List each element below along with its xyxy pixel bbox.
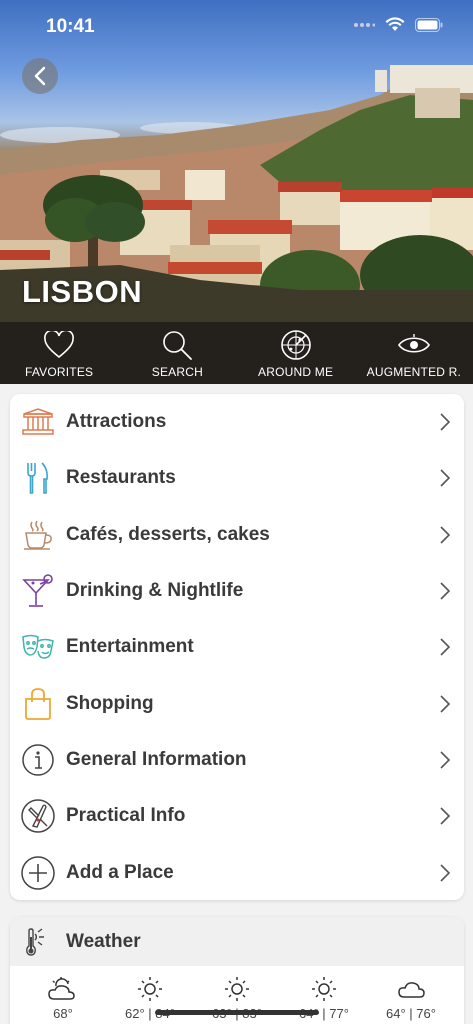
sun-icon xyxy=(225,977,249,1001)
chevron-right-icon xyxy=(440,863,451,882)
wifi-icon xyxy=(385,17,405,31)
around-me-label: AROUND ME xyxy=(258,365,334,379)
search-label: SEARCH xyxy=(151,365,203,379)
menu-item-drinking-nightlife[interactable]: Drinking & Nightlife xyxy=(10,563,464,619)
eye-icon xyxy=(397,334,430,353)
forecast-temp: 68° xyxy=(53,1006,73,1021)
chevron-right-icon xyxy=(440,695,451,713)
menu-item-shopping[interactable]: Shopping xyxy=(10,675,464,731)
chevron-left-icon xyxy=(34,66,46,86)
cloud-icon xyxy=(398,982,425,998)
menu-item-add-a-place[interactable]: Add a Place xyxy=(10,844,464,900)
thermometer-sun-icon xyxy=(26,928,44,956)
status-time: 10:41 xyxy=(46,16,95,37)
favorites-label: FAVORITES xyxy=(24,365,94,379)
signal-icon xyxy=(354,22,375,27)
menu-item-cafes[interactable]: Cafés, desserts, cakes xyxy=(10,507,464,563)
menu-item-label: Drinking & Nightlife xyxy=(66,580,244,602)
theater-masks-icon xyxy=(22,635,54,660)
menu-item-label: Practical Info xyxy=(66,805,186,827)
shopping-bag-icon xyxy=(25,687,51,720)
weather-card[interactable]: Weather 68° 62° | 84° 63° | 83° 64° | 77… xyxy=(10,917,464,1024)
menu-item-label: Entertainment xyxy=(66,636,194,658)
forecast-day: 64° | 76° xyxy=(370,976,452,1021)
chevron-right-icon xyxy=(440,807,451,825)
chevron-right-icon xyxy=(440,582,451,600)
search-icon xyxy=(163,331,193,360)
fork-knife-icon xyxy=(27,462,48,495)
menu-item-practical-info[interactable]: Practical Info xyxy=(10,788,464,844)
chevron-right-icon xyxy=(440,751,451,769)
weather-title: Weather xyxy=(66,930,141,952)
back-button[interactable] xyxy=(22,58,58,94)
status-icons xyxy=(353,17,443,32)
menu-item-label: Cafés, desserts, cakes xyxy=(66,523,270,545)
hero-image: 10:41 LISBON xyxy=(0,0,473,322)
plus-icon xyxy=(21,855,55,890)
menu-item-label: Add a Place xyxy=(66,861,174,883)
menu-item-restaurants[interactable]: Restaurants xyxy=(10,450,464,506)
augmented-reality-label: AUGMENTED R. xyxy=(366,365,462,379)
cocktail-icon xyxy=(22,574,53,607)
search-button[interactable]: SEARCH xyxy=(118,322,236,384)
sun-icon xyxy=(138,977,162,1001)
menu-item-label: General Information xyxy=(66,748,247,770)
screen: 10:41 LISBON FAVORITES SEARCH AROUND ME … xyxy=(0,0,473,1024)
home-indicator[interactable] xyxy=(155,1010,319,1015)
forecast-day: 68° xyxy=(22,976,104,1021)
around-me-button[interactable]: AROUND ME xyxy=(237,322,355,384)
swiss-knife-icon xyxy=(21,799,55,833)
weather-header: Weather xyxy=(10,917,464,966)
radar-icon xyxy=(280,330,311,360)
menu-item-entertainment[interactable]: Entertainment xyxy=(10,619,464,675)
heart-icon xyxy=(44,331,75,359)
page-title: LISBON xyxy=(22,274,143,309)
menu-item-label: Restaurants xyxy=(66,467,176,489)
menu-item-label: Shopping xyxy=(66,692,154,714)
battery-icon xyxy=(415,17,443,32)
chevron-right-icon xyxy=(440,469,451,488)
menu-item-attractions[interactable]: Attractions xyxy=(10,394,464,450)
chevron-right-icon xyxy=(440,638,451,656)
chevron-right-icon xyxy=(440,526,451,544)
favorites-button[interactable]: FAVORITES xyxy=(0,322,118,384)
toolbar: FAVORITES SEARCH AROUND ME AUGMENTED R. xyxy=(0,322,473,384)
info-icon xyxy=(22,744,54,776)
menu-item-label: Attractions xyxy=(66,411,167,433)
category-menu: Attractions Restaurants Cafés, desserts,… xyxy=(10,394,464,900)
sun-icon xyxy=(312,977,336,1001)
monument-icon xyxy=(22,408,54,435)
augmented-reality-button[interactable]: AUGMENTED R. xyxy=(355,322,473,384)
partly-cloudy-icon xyxy=(48,977,75,1000)
forecast-temp: 64° | 76° xyxy=(386,1006,436,1021)
menu-item-general-information[interactable]: General Information xyxy=(10,732,464,788)
coffee-cup-icon xyxy=(24,520,52,550)
chevron-right-icon xyxy=(440,413,451,431)
